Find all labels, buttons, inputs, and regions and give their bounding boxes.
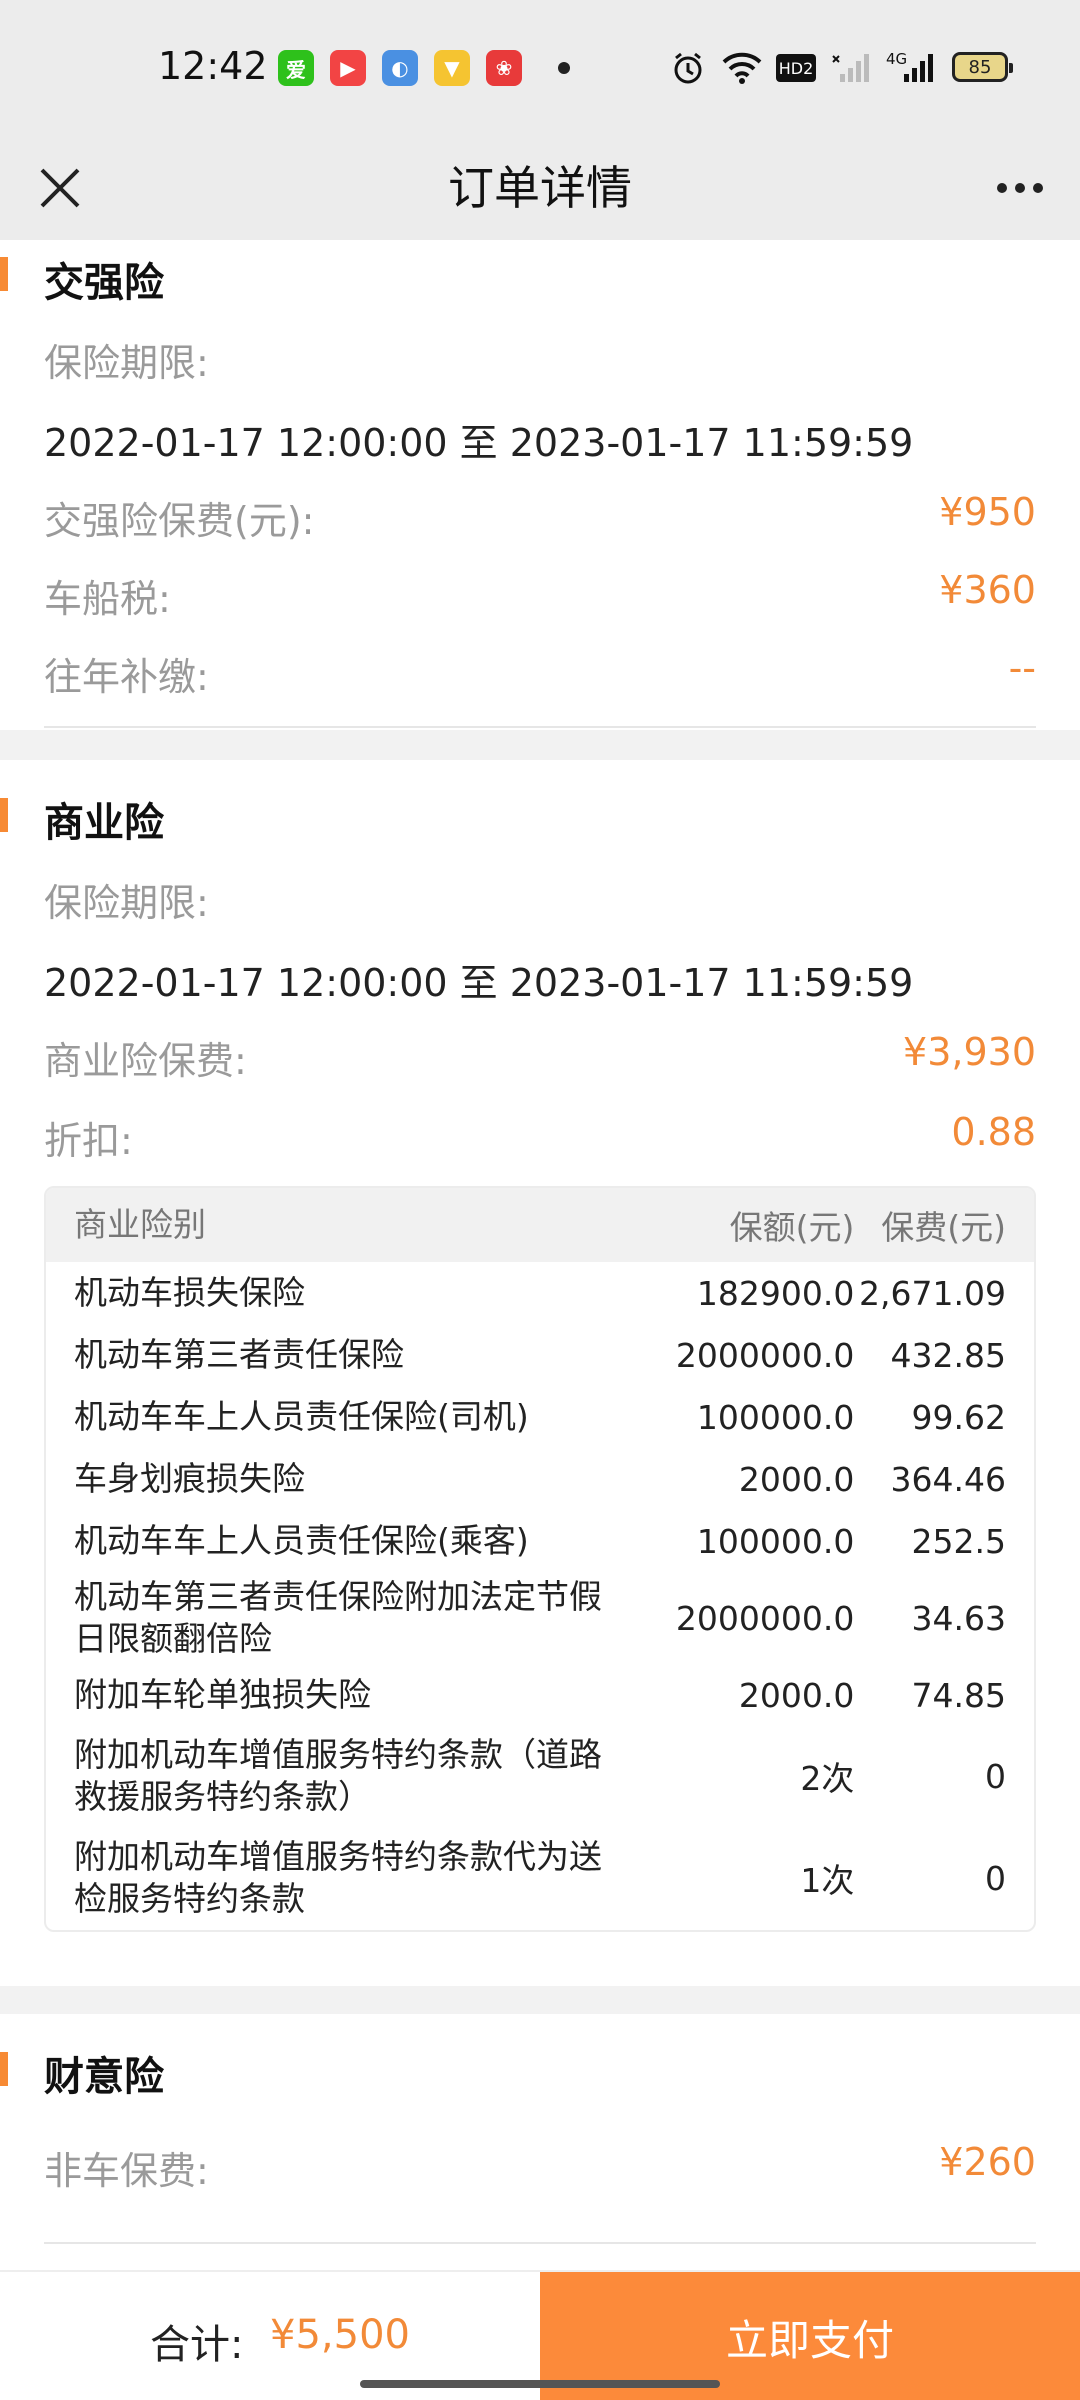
syx-premium-value: ¥3,930 [903, 1030, 1036, 1074]
coverage-name: 机动车第三者责任保险 [74, 1335, 404, 1374]
coverage-name: 附加机动车增值服务特约条款（道路救援服务特约条款） [74, 1735, 602, 1816]
section-cyx: 财意险 非车保费: ¥260 [0, 2014, 1080, 2270]
coverage-amount: 2000.0 [738, 1675, 855, 1715]
table-row: 机动车车上人员责任保险(乘客) 100000.0 252.5 [46, 1510, 1034, 1572]
video-app-icon: ▶ [330, 50, 366, 86]
table-row: 机动车第三者责任保险 2000000.0 432.85 [46, 1324, 1034, 1386]
home-indicator[interactable] [360, 2380, 720, 2388]
total-value: ¥5,500 [270, 2312, 410, 2358]
table-row: 附加机动车增值服务特约条款代为送检服务特约条款 1次 0 [46, 1826, 1034, 1930]
period-label: 保险期限: [44, 881, 209, 925]
header-amount: 保额(元) [729, 1208, 855, 1247]
arrears-label: 往年补缴: [44, 655, 209, 699]
table-row: 附加车轮单独损失险 2000.0 74.85 [46, 1664, 1034, 1726]
coverage-amount: 2000.0 [738, 1459, 855, 1499]
coverage-amount: 100000.0 [696, 1521, 855, 1561]
browser-icon: ◐ [382, 50, 418, 86]
wifi-icon [720, 50, 764, 86]
more-dot-icon [1033, 183, 1043, 193]
coverage-name: 机动车车上人员责任保险(司机) [74, 1397, 529, 1436]
section-marker [0, 2052, 8, 2086]
non-vehicle-premium-label: 非车保费: [44, 2149, 209, 2193]
table-row: 机动车损失保险 182900.0 2,671.09 [46, 1262, 1034, 1324]
table-header: 商业险别 保额(元) 保费(元) [46, 1188, 1034, 1262]
period-value: 2022-01-17 12:00:00 至 2023-01-17 11:59:5… [44, 961, 914, 1005]
hd-icon: HD2 [776, 54, 816, 82]
signal-4g-icon: 4G [886, 50, 938, 86]
section-title: 商业险 [44, 800, 164, 846]
section-syx: 商业险 保险期限: 2022-01-17 12:00:00 至 2023-01-… [0, 760, 1080, 1986]
period-value: 2022-01-17 12:00:00 至 2023-01-17 11:59:5… [44, 421, 914, 465]
coverage-fee: 0 [985, 1858, 1006, 1898]
battery-icon: 85 [952, 52, 1013, 82]
coverage-fee: 252.5 [911, 1521, 1006, 1561]
coupon-app-icon: ▼ [434, 50, 470, 86]
syx-premium-label: 商业险保费: [44, 1039, 247, 1083]
iqiyi-icon: 爱 [278, 50, 314, 86]
coverage-name: 机动车第三者责任保险附加法定节假日限额翻倍险 [74, 1577, 602, 1658]
coverage-fee: 0 [985, 1756, 1006, 1796]
vehicle-tax-label: 车船税: [44, 577, 171, 621]
more-dot-icon [997, 183, 1007, 193]
section-jqx: 交强险 保险期限: 2022-01-17 12:00:00 至 2023-01-… [0, 240, 1080, 730]
header-fee: 保费(元) [881, 1208, 1006, 1247]
discount-label: 折扣: [44, 1119, 133, 1163]
arrears-value: -- [1008, 646, 1036, 690]
coverage-amount: 182900.0 [696, 1273, 855, 1313]
jqx-premium-label: 交强险保费(元): [44, 499, 315, 543]
more-dot-icon [1015, 183, 1025, 193]
coverage-fee: 74.85 [911, 1675, 1006, 1715]
more-button[interactable] [988, 156, 1052, 220]
jqx-premium-value: ¥950 [939, 490, 1036, 534]
divider [44, 2242, 1036, 2244]
notification-dot-icon [558, 62, 570, 74]
coverage-fee: 432.85 [890, 1335, 1006, 1375]
divider [44, 726, 1036, 728]
total-label: 合计: [150, 2322, 244, 2368]
coverage-amount: 2次 [800, 1759, 855, 1798]
coverage-name: 附加机动车增值服务特约条款代为送检服务特约条款 [74, 1837, 602, 1918]
signal-off-icon [830, 50, 874, 86]
status-time: 12:42 [158, 44, 268, 88]
page-title: 订单详情 [448, 161, 632, 215]
table-row: 车身划痕损失险 2000.0 364.46 [46, 1448, 1034, 1510]
discount-value: 0.88 [951, 1110, 1036, 1154]
period-label: 保险期限: [44, 341, 209, 385]
section-marker [0, 257, 8, 291]
table-row: 机动车第三者责任保险附加法定节假日限额翻倍险 2000000.0 34.63 [46, 1572, 1034, 1664]
status-bar: 12:42 爱 ▶ ◐ ▼ ❀ HD2 4G 85 [0, 0, 1080, 136]
vehicle-tax-value: ¥360 [939, 568, 1036, 612]
section-title: 财意险 [44, 2054, 164, 2100]
nav-bar: 订单详情 [0, 136, 1080, 240]
coverage-fee: 99.62 [911, 1397, 1006, 1437]
coverage-amount: 2000000.0 [675, 1598, 855, 1638]
coverage-fee: 2,671.09 [859, 1273, 1006, 1313]
section-title: 交强险 [44, 260, 164, 306]
section-marker [0, 798, 8, 832]
non-vehicle-premium-value: ¥260 [939, 2140, 1036, 2184]
table-row: 附加机动车增值服务特约条款（道路救援服务特约条款） 2次 0 [46, 1726, 1034, 1826]
coverage-amount: 100000.0 [696, 1397, 855, 1437]
table-row: 机动车车上人员责任保险(司机) 100000.0 99.62 [46, 1386, 1034, 1448]
coverage-amount: 2000000.0 [675, 1335, 855, 1375]
coverage-fee: 364.46 [890, 1459, 1006, 1499]
coverage-name: 机动车车上人员责任保险(乘客) [74, 1521, 529, 1560]
header-coverage: 商业险别 [74, 1205, 206, 1244]
coverage-amount: 1次 [800, 1861, 855, 1900]
shopping-app-icon: ❀ [486, 50, 522, 86]
coverage-name: 附加车轮单独损失险 [74, 1675, 371, 1714]
coverage-name: 机动车损失保险 [74, 1273, 305, 1312]
coverage-table: 商业险别 保额(元) 保费(元) 机动车损失保险 182900.0 2,671.… [44, 1186, 1036, 1932]
alarm-icon [668, 50, 708, 86]
coverage-name: 车身划痕损失险 [74, 1459, 305, 1498]
coverage-fee: 34.63 [911, 1598, 1006, 1638]
